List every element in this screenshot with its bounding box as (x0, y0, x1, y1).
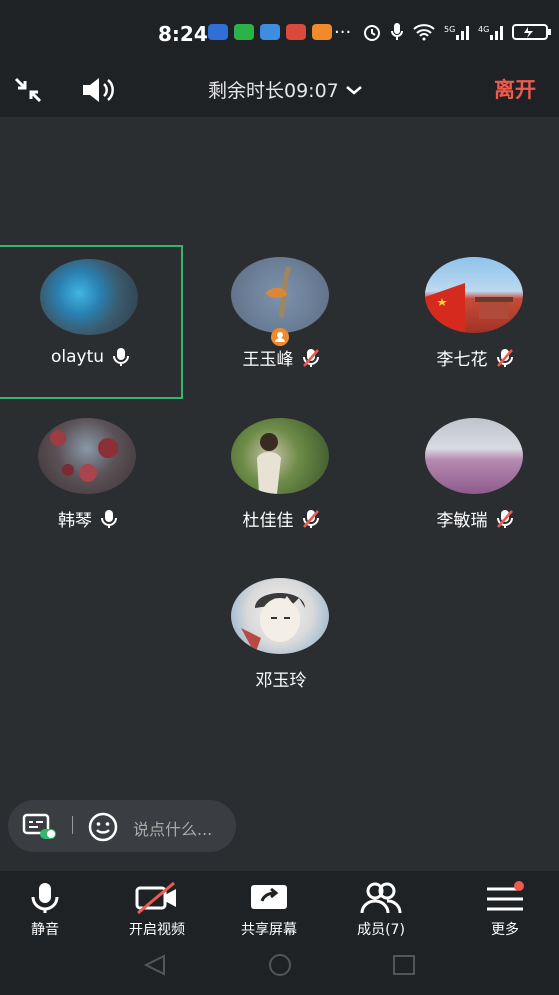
avatar-image (265, 266, 292, 318)
avatar (38, 418, 136, 494)
mic-muted-icon (496, 509, 513, 528)
app-notification-icon (286, 24, 306, 40)
participant-name: olaytu (50, 347, 105, 367)
participant-name: 韩琴 (58, 511, 92, 531)
battery-icon (512, 24, 551, 40)
emoji-icon[interactable] (88, 812, 118, 842)
avatar (231, 418, 329, 494)
avatar (231, 578, 329, 654)
notification-icons (208, 24, 332, 40)
participant-name: 杜佳佳 (242, 511, 294, 531)
more-notifications-icon: ··· (334, 22, 352, 43)
wifi-icon (413, 24, 435, 41)
more-label: 更多 (491, 922, 519, 938)
app-notification-icon (260, 24, 280, 40)
menu-icon (487, 881, 524, 911)
clock: 8:24 (158, 22, 208, 46)
minimize-icon[interactable] (12, 75, 44, 105)
participant-name: 邓玉玲 (255, 671, 307, 691)
signal-4g-icon: 4G (478, 25, 503, 40)
share-screen-icon (251, 885, 287, 909)
participant-tile[interactable]: olaytu (0, 245, 183, 399)
divider (72, 816, 73, 834)
chevron-down-icon (345, 85, 362, 95)
participant-name: 李敏瑞 (436, 511, 488, 531)
app-notification-icon (312, 24, 332, 40)
remaining-time: 剩余时长09:07 (208, 80, 339, 102)
avatar (425, 257, 523, 333)
mute-label: 静音 (31, 922, 59, 938)
speaker-icon[interactable] (80, 76, 118, 104)
participant-tile[interactable]: 王玉峰 (191, 245, 371, 395)
meeting-header: 剩余时长09:07 离开 (0, 62, 559, 117)
participant-tile[interactable]: 李七花 (385, 245, 559, 395)
mic-on-icon (101, 509, 117, 528)
bottom-toolbar: 静音 开启视频 共享屏幕 成员(7) 更多 (0, 871, 559, 995)
alarm-icon (364, 25, 380, 41)
avatar-image (425, 283, 513, 333)
svg-text:5G: 5G (444, 25, 455, 34)
start-video-label: 开启视频 (129, 922, 185, 938)
avatar-image (257, 433, 281, 494)
microphone-icon (31, 883, 59, 913)
members-label: 成员(7) (357, 922, 405, 938)
chat-placeholder[interactable]: 说点什么... (133, 816, 212, 840)
participant-tile[interactable]: 韩琴 (0, 406, 178, 556)
app-notification-icon (208, 24, 228, 40)
signal-5g-icon: 5G (444, 25, 469, 40)
video-off-icon (135, 881, 176, 915)
subtitle-toggle-icon[interactable] (22, 813, 56, 839)
recents-nav-icon[interactable] (391, 953, 417, 977)
mic-muted-icon (302, 348, 319, 367)
svg-text:4G: 4G (478, 25, 489, 34)
mute-button[interactable]: 静音 (0, 881, 95, 939)
home-nav-icon[interactable] (266, 953, 294, 977)
remaining-time-dropdown[interactable]: 剩余时长09:07 (208, 76, 363, 103)
more-button[interactable]: 更多 (455, 881, 555, 939)
members-icon (360, 882, 402, 914)
participant-tile[interactable]: 李敏瑞 (385, 406, 559, 556)
avatar (40, 259, 138, 335)
mic-status-icon (391, 23, 403, 40)
status-bar: 8:24 ··· 5G 4G (0, 0, 559, 62)
avatar-image (241, 593, 305, 654)
share-screen-label: 共享屏幕 (241, 922, 297, 938)
participant-tile[interactable]: 杜佳佳 (191, 406, 371, 556)
avatar (231, 257, 329, 333)
start-video-button[interactable]: 开启视频 (107, 881, 207, 939)
mic-muted-icon (302, 509, 319, 528)
avatar-image (50, 430, 118, 482)
share-screen-button[interactable]: 共享屏幕 (219, 881, 319, 939)
leave-button[interactable]: 离开 (494, 74, 536, 104)
chat-input-bar[interactable]: 说点什么... (8, 800, 236, 852)
host-badge-icon (271, 328, 289, 346)
back-nav-icon[interactable] (142, 953, 168, 977)
mic-muted-icon (496, 348, 513, 367)
participant-tile[interactable]: 邓玉玲 (191, 566, 371, 716)
participant-name: 李七花 (436, 350, 488, 370)
members-button[interactable]: 成员(7) (331, 881, 431, 939)
wechat-icon (234, 24, 254, 40)
participant-name: 王玉峰 (242, 350, 294, 370)
avatar (425, 418, 523, 494)
mic-on-icon (113, 348, 130, 366)
